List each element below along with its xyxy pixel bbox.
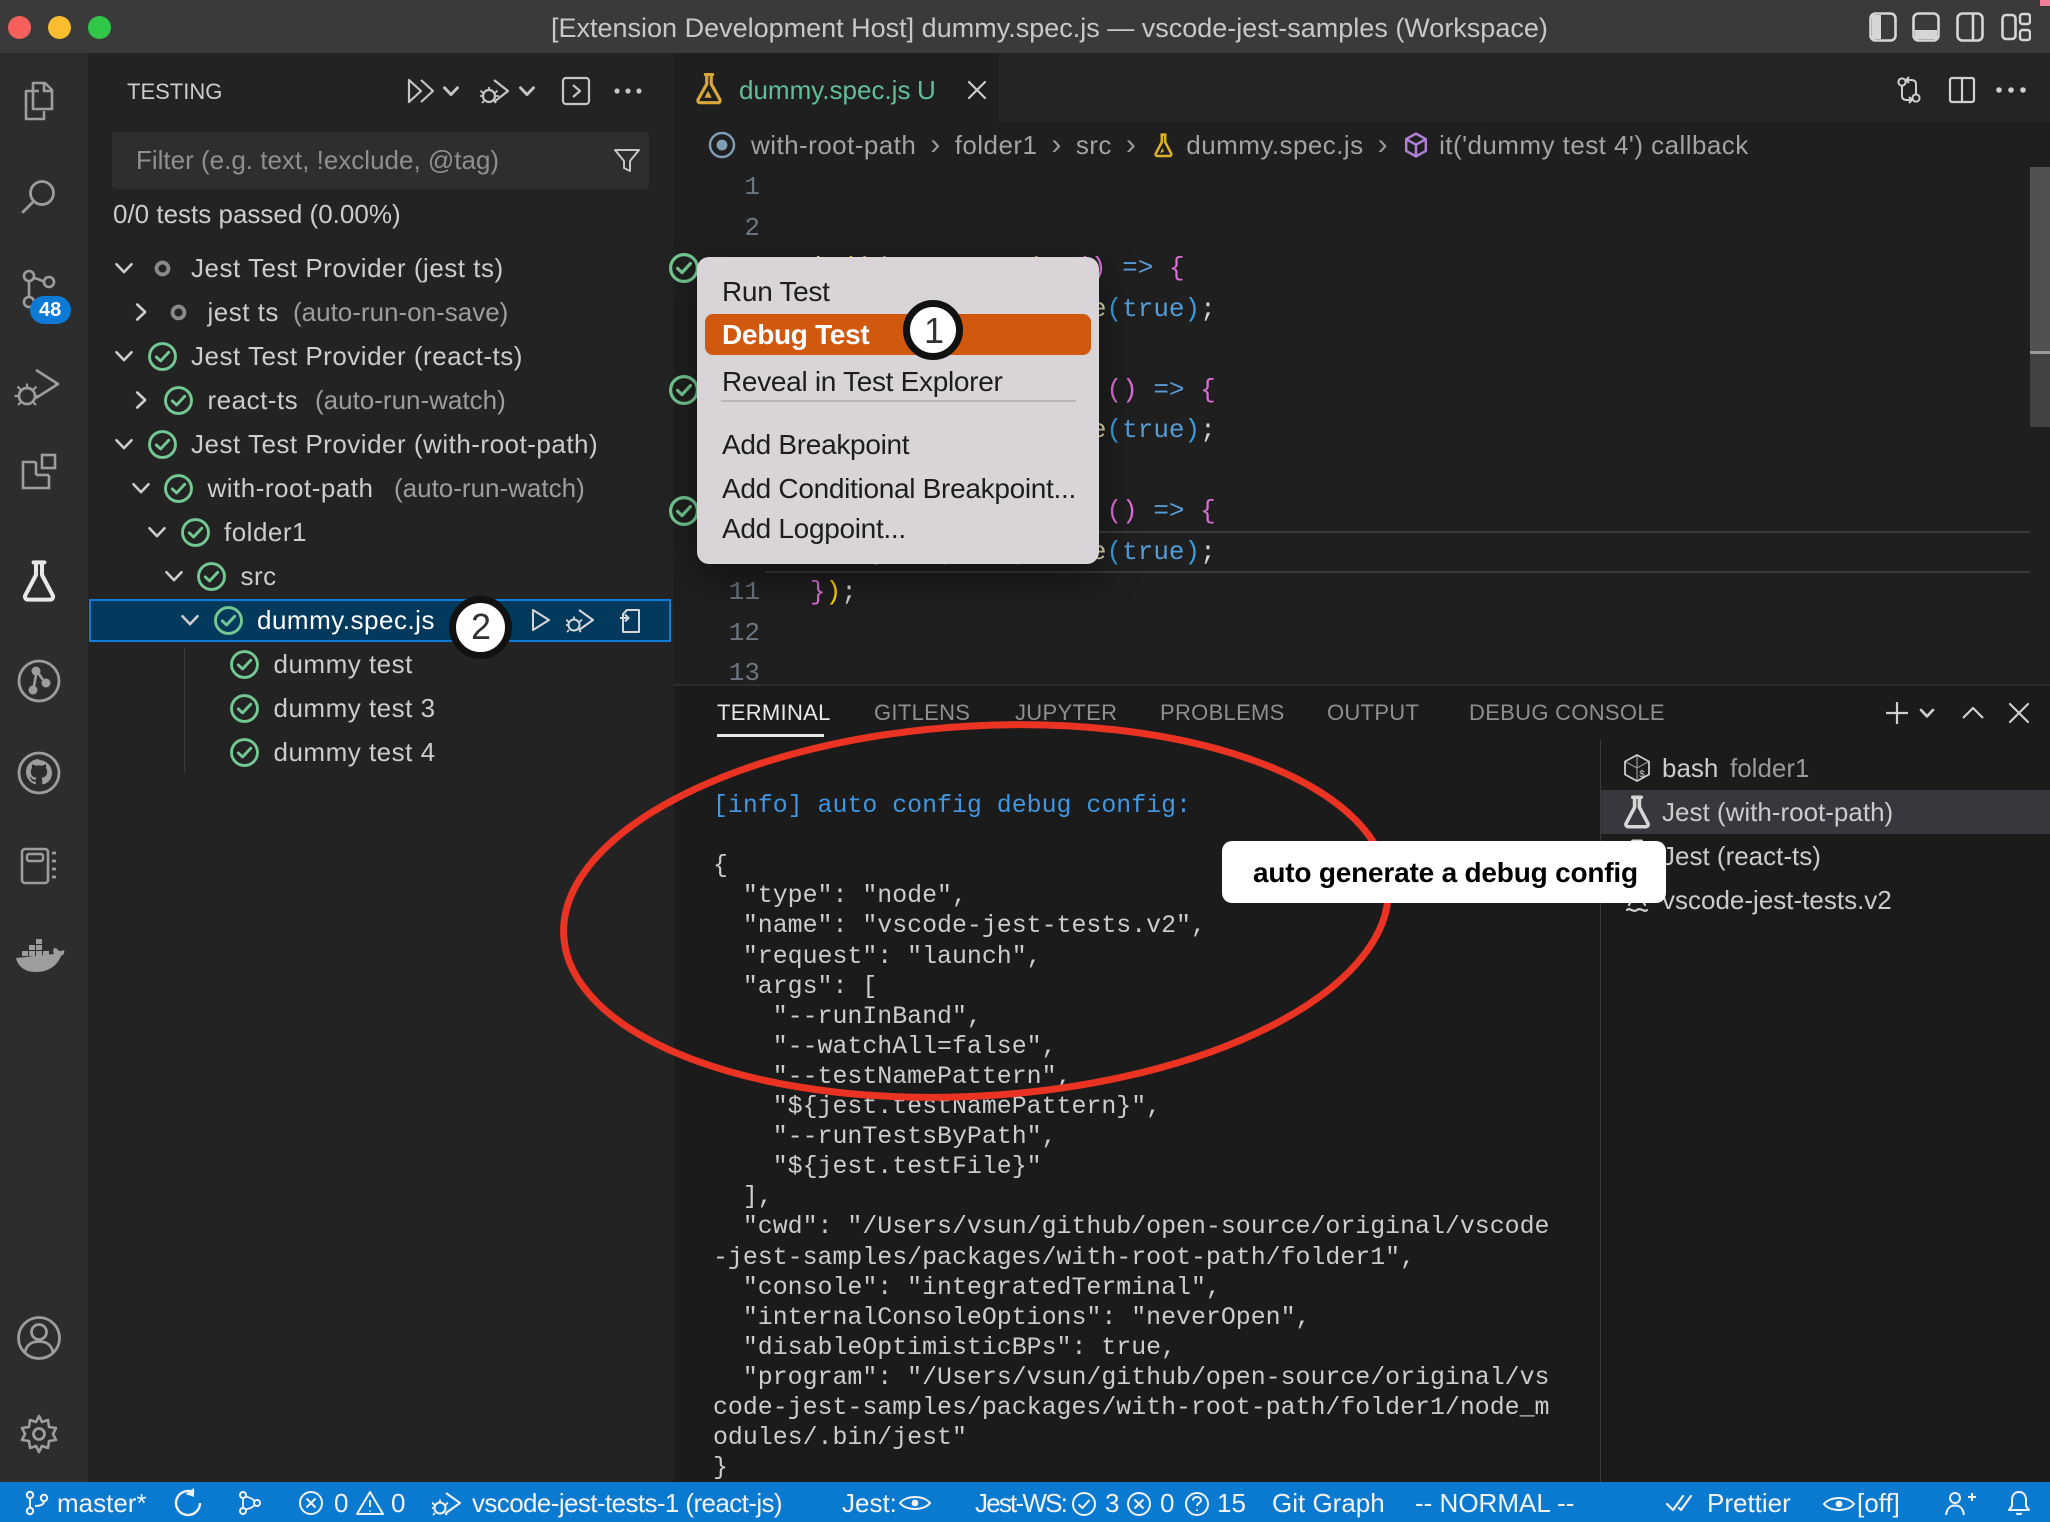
svg-text:$: $ [1639,769,1645,781]
